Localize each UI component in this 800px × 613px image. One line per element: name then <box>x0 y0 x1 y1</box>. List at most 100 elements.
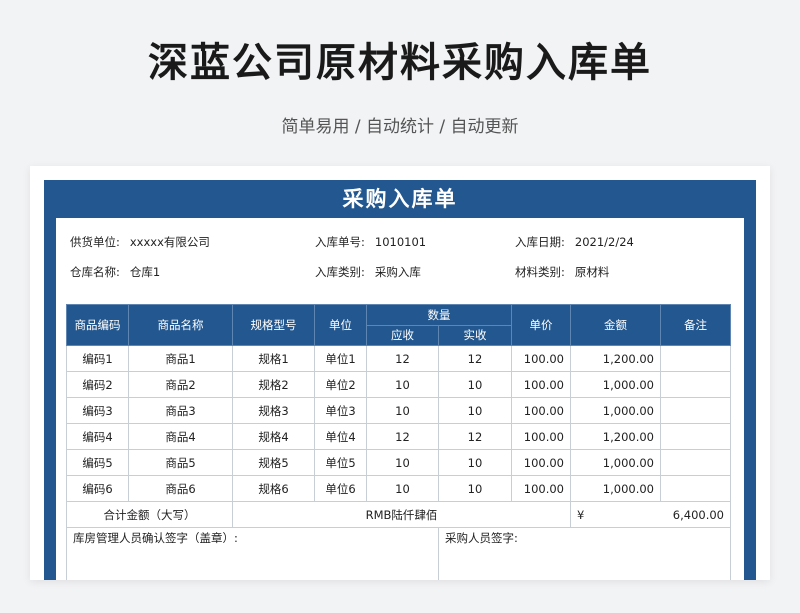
cell-spec[interactable]: 规格2 <box>232 371 315 398</box>
table-row: 编码1 商品1 规格1 单位1 12 12 100.00 1,200.00 <box>66 345 731 372</box>
header-qty-due: 应收 <box>366 324 439 346</box>
info-value: xxxxx有限公司 <box>129 235 210 249</box>
cell-qty-due[interactable]: 10 <box>366 397 439 424</box>
cell-spec[interactable]: 规格3 <box>232 397 315 424</box>
total-words[interactable]: RMB陆仟肆佰 <box>232 501 571 528</box>
cell-unit[interactable]: 单位2 <box>314 371 367 398</box>
cell-qty-actual[interactable]: 12 <box>438 423 512 450</box>
cell-qty-actual[interactable]: 10 <box>438 449 512 476</box>
header-name: 商品名称 <box>128 304 233 346</box>
sheet-title: 采购入库单 <box>342 187 458 211</box>
cell-amount[interactable]: 1,200.00 <box>570 423 661 450</box>
total-label: 合计金额（大写） <box>66 501 233 528</box>
cell-qty-due[interactable]: 12 <box>366 345 439 372</box>
info-value: 2021/2/24 <box>574 235 634 249</box>
cell-name[interactable]: 商品1 <box>128 345 233 372</box>
cell-qty-actual[interactable]: 10 <box>438 397 512 424</box>
info-label: 供货单位: <box>70 235 120 249</box>
info-value: 仓库1 <box>129 265 161 279</box>
total-amount-cell[interactable]: ¥ 6,400.00 <box>570 501 731 528</box>
info-material-type: 材料类别: 原材料 <box>515 262 609 282</box>
table-row: 编码2 商品2 规格2 单位2 10 10 100.00 1,000.00 <box>66 371 731 398</box>
cell-qty-actual[interactable]: 10 <box>438 371 512 398</box>
info-receipt-no: 入库单号: 1010101 <box>315 232 426 252</box>
items-table: 商品编码 商品名称 规格型号 单位 数量 单价 金额 备注 应收 实收 编码1 … <box>66 304 731 580</box>
cell-code[interactable]: 编码4 <box>66 423 129 450</box>
cell-note[interactable] <box>660 423 731 450</box>
signature-purchaser[interactable]: 采购人员签字: <box>438 527 731 580</box>
cell-unit[interactable]: 单位4 <box>314 423 367 450</box>
cell-spec[interactable]: 规格6 <box>232 475 315 502</box>
cell-qty-actual[interactable]: 12 <box>438 345 512 372</box>
header-spec: 规格型号 <box>232 304 315 346</box>
cell-price[interactable]: 100.00 <box>511 449 571 476</box>
cell-code[interactable]: 编码1 <box>66 345 129 372</box>
header-quantity: 数量 <box>366 304 512 326</box>
cell-code[interactable]: 编码3 <box>66 397 129 424</box>
table-row: 编码5 商品5 规格5 单位5 10 10 100.00 1,000.00 <box>66 449 731 476</box>
receipt-sheet: 采购入库单 供货单位: xxxxx有限公司 入库单号: 1010101 入库日期: 2… <box>44 180 756 580</box>
info-label: 入库单号: <box>315 235 365 249</box>
cell-name[interactable]: 商品2 <box>128 371 233 398</box>
cell-price[interactable]: 100.00 <box>511 371 571 398</box>
cell-name[interactable]: 商品3 <box>128 397 233 424</box>
cell-note[interactable] <box>660 475 731 502</box>
cell-note[interactable] <box>660 449 731 476</box>
cell-unit[interactable]: 单位5 <box>314 449 367 476</box>
sheet-body: 供货单位: xxxxx有限公司 入库单号: 1010101 入库日期: 2021/2/… <box>56 218 744 580</box>
signature-row: 库房管理人员确认签字（盖章）: 采购人员签字: <box>66 527 731 580</box>
document-card: 采购入库单 供货单位: xxxxx有限公司 入库单号: 1010101 入库日期: 2… <box>30 166 770 580</box>
cell-price[interactable]: 100.00 <box>511 423 571 450</box>
cell-amount[interactable]: 1,000.00 <box>570 475 661 502</box>
header-qty-actual: 实收 <box>438 324 512 346</box>
cell-code[interactable]: 编码5 <box>66 449 129 476</box>
cell-amount[interactable]: 1,000.00 <box>570 371 661 398</box>
cell-spec[interactable]: 规格1 <box>232 345 315 372</box>
cell-amount[interactable]: 1,000.00 <box>570 449 661 476</box>
cell-price[interactable]: 100.00 <box>511 397 571 424</box>
cell-unit[interactable]: 单位3 <box>314 397 367 424</box>
cell-name[interactable]: 商品5 <box>128 449 233 476</box>
cell-qty-actual[interactable]: 10 <box>438 475 512 502</box>
header-note: 备注 <box>660 304 731 346</box>
total-value: 6,400.00 <box>672 507 724 522</box>
info-value: 采购入库 <box>374 265 421 279</box>
table-row: 编码6 商品6 规格6 单位6 10 10 100.00 1,000.00 <box>66 475 731 502</box>
page-subtitle: 简单易用 / 自动统计 / 自动更新 <box>281 117 519 137</box>
cell-name[interactable]: 商品4 <box>128 423 233 450</box>
cell-price[interactable]: 100.00 <box>511 475 571 502</box>
header-unit: 单位 <box>314 304 367 346</box>
header-code: 商品编码 <box>66 304 129 346</box>
cell-qty-due[interactable]: 10 <box>366 449 439 476</box>
header-price: 单价 <box>511 304 571 346</box>
cell-unit[interactable]: 单位6 <box>314 475 367 502</box>
cell-unit[interactable]: 单位1 <box>314 345 367 372</box>
info-row-1: 供货单位: xxxxx有限公司 入库单号: 1010101 入库日期: 2021/2/… <box>56 232 744 252</box>
cell-price[interactable]: 100.00 <box>511 345 571 372</box>
signature-warehouse[interactable]: 库房管理人员确认签字（盖章）: <box>66 527 439 580</box>
table-row: 编码3 商品3 规格3 单位3 10 10 100.00 1,000.00 <box>66 397 731 424</box>
cell-code[interactable]: 编码6 <box>66 475 129 502</box>
cell-qty-due[interactable]: 10 <box>366 475 439 502</box>
cell-name[interactable]: 商品6 <box>128 475 233 502</box>
cell-note[interactable] <box>660 397 731 424</box>
info-label: 入库类别: <box>315 265 365 279</box>
page-title: 深蓝公司原材料采购入库单 <box>148 40 652 86</box>
cell-spec[interactable]: 规格4 <box>232 423 315 450</box>
cell-spec[interactable]: 规格5 <box>232 449 315 476</box>
info-label: 入库日期: <box>515 235 565 249</box>
cell-qty-due[interactable]: 10 <box>366 371 439 398</box>
cell-amount[interactable]: 1,200.00 <box>570 345 661 372</box>
info-label: 材料类别: <box>515 265 565 279</box>
info-value: 原材料 <box>574 265 610 279</box>
info-warehouse: 仓库名称: 仓库1 <box>70 262 160 282</box>
cell-amount[interactable]: 1,000.00 <box>570 397 661 424</box>
info-value: 1010101 <box>374 235 427 249</box>
cell-note[interactable] <box>660 345 731 372</box>
cell-qty-due[interactable]: 12 <box>366 423 439 450</box>
info-supplier: 供货单位: xxxxx有限公司 <box>70 232 210 252</box>
cell-code[interactable]: 编码2 <box>66 371 129 398</box>
header-amount: 金额 <box>570 304 661 346</box>
table-row: 编码4 商品4 规格4 单位4 12 12 100.00 1,200.00 <box>66 423 731 450</box>
cell-note[interactable] <box>660 371 731 398</box>
